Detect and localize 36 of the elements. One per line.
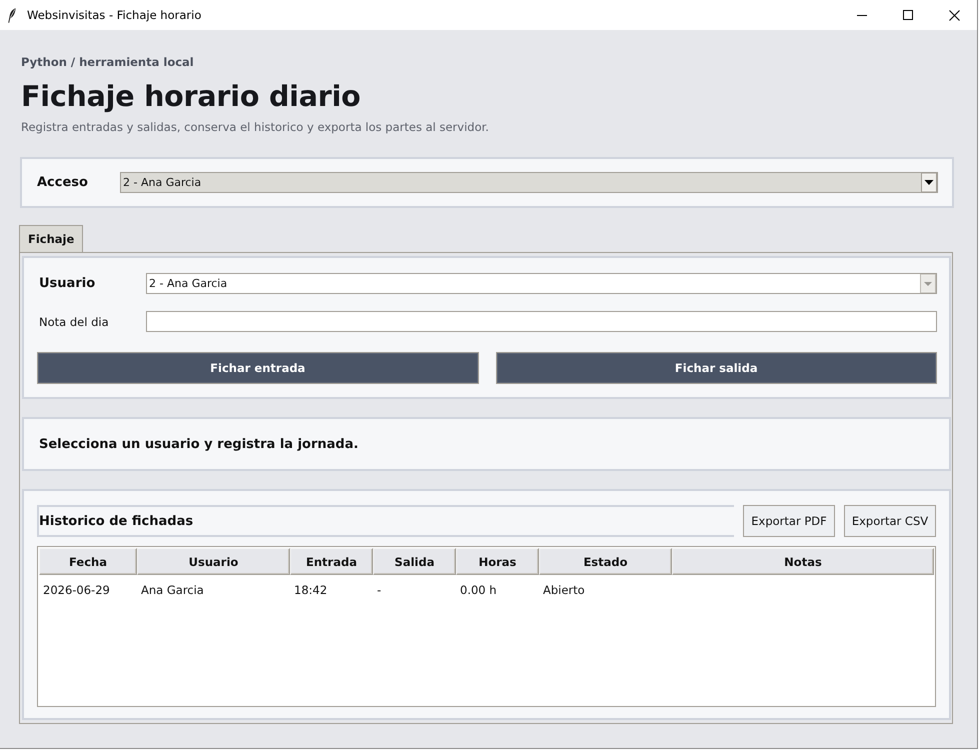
caret-icon bbox=[920, 274, 936, 293]
table-cell-text: 0.00 h bbox=[459, 582, 498, 598]
column-header[interactable]: Salida bbox=[373, 548, 456, 575]
column-header[interactable]: Entrada bbox=[290, 548, 373, 575]
feather-icon bbox=[8, 8, 16, 22]
caret-icon bbox=[921, 173, 937, 192]
table-cell-text: - bbox=[376, 582, 382, 598]
export-button[interactable]: Exportar PDF bbox=[743, 505, 835, 537]
note-label: Nota del dia bbox=[39, 314, 110, 328]
table-cell-text: 2026-06-29 bbox=[42, 582, 111, 598]
column-header[interactable]: Usuario bbox=[137, 548, 290, 575]
clock-button[interactable]: Fichar entrada bbox=[37, 352, 478, 384]
access-label: Acceso bbox=[37, 175, 89, 190]
column-header[interactable]: Notas bbox=[672, 548, 934, 575]
column-header[interactable]: Horas bbox=[456, 548, 539, 575]
column-header[interactable]: Estado bbox=[539, 548, 672, 575]
minimize-icon bbox=[857, 14, 867, 16]
page-description: Registra entradas y salidas, conserva el historico y exporta los partes al servidor. bbox=[21, 119, 490, 135]
page-title: Fichaje horario diario bbox=[21, 79, 362, 115]
table-cell-text: Ana Garcia bbox=[140, 582, 205, 598]
history-title: Historico de fichadas bbox=[37, 505, 734, 537]
breadcrumb-label: Python / herramienta local bbox=[21, 54, 195, 70]
export-button[interactable]: Exportar CSV bbox=[844, 505, 936, 537]
status-message: Selecciona un usuario y registra la jornada. bbox=[39, 436, 358, 452]
column-header[interactable]: Fecha bbox=[39, 548, 137, 575]
maximize-icon bbox=[903, 10, 913, 20]
access-dropdown[interactable]: 2 - Ana Garcia bbox=[120, 172, 938, 193]
user-dropdown[interactable]: 2 - Ana Garcia bbox=[146, 273, 937, 294]
table-cell-text: Abierto bbox=[542, 582, 586, 598]
user-label: Usuario bbox=[39, 276, 96, 291]
tab[interactable]: Fichaje bbox=[19, 225, 84, 252]
table-cell-text: 18:42 bbox=[293, 582, 328, 598]
window-title: Websinvisitas - Fichaje horario bbox=[27, 8, 202, 22]
close-icon bbox=[948, 10, 960, 20]
note-input[interactable] bbox=[146, 311, 937, 332]
clock-button[interactable]: Fichar salida bbox=[496, 352, 937, 384]
